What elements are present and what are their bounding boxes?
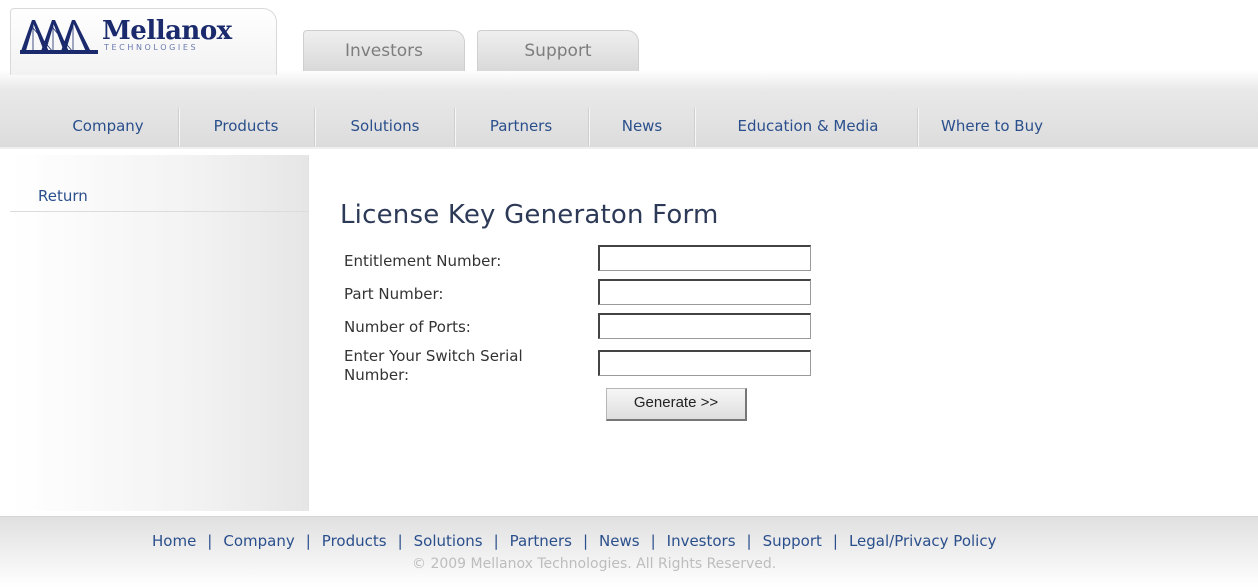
part-number-input[interactable] [598, 279, 811, 305]
number-of-ports-label: Number of Ports: [344, 318, 471, 336]
nav-divider [314, 108, 316, 146]
nav-divider [588, 108, 590, 146]
nav-item-education-media[interactable]: Education & Media [710, 100, 906, 148]
switch-serial-label-line2: Number: [344, 366, 410, 384]
nav-item-where-to-buy[interactable]: Where to Buy [930, 100, 1054, 148]
nav-item-company[interactable]: Company [56, 100, 160, 148]
site-footer: Home | Company | Products | Solutions | Partners… [0, 516, 1258, 587]
footer-separator: | [397, 532, 403, 550]
footer-link-legal-privacy[interactable]: Legal/Privacy Policy [849, 532, 996, 550]
entitlement-number-input[interactable] [598, 245, 811, 271]
nav-item-news[interactable]: News [604, 100, 680, 148]
switch-serial-label-line1: Enter Your Switch Serial [344, 347, 523, 365]
footer-separator: | [832, 532, 838, 550]
footer-separator: | [650, 532, 656, 550]
switch-serial-number-input[interactable] [598, 350, 811, 376]
footer-link-company[interactable]: Company [223, 532, 294, 550]
nav-divider [178, 108, 180, 146]
nav-divider [917, 108, 919, 146]
main-nav: Company Products Solutions Partners News… [0, 100, 1258, 148]
entitlement-number-label: Entitlement Number: [344, 252, 502, 270]
footer-separator: | [746, 532, 752, 550]
site-header: Mellanox TECHNOLOGIES Investors Support … [0, 0, 1258, 149]
footer-link-solutions[interactable]: Solutions [414, 532, 483, 550]
footer-link-news[interactable]: News [599, 532, 640, 550]
header-divider [0, 147, 1258, 149]
logo-text: Mellanox TECHNOLOGIES [102, 16, 232, 52]
generate-button[interactable]: Generate >> [606, 388, 747, 421]
nav-divider [694, 108, 696, 146]
footer-link-support[interactable]: Support [763, 532, 822, 550]
sidebar: Return [10, 155, 309, 511]
nav-divider [454, 108, 456, 146]
footer-separator: | [493, 532, 499, 550]
footer-link-home[interactable]: Home [152, 532, 196, 550]
mellanox-bridge-icon [20, 20, 98, 54]
footer-link-partners[interactable]: Partners [510, 532, 572, 550]
sidebar-divider [10, 211, 308, 212]
footer-separator: | [207, 532, 213, 550]
switch-serial-number-label: Enter Your Switch Serial Number: [344, 347, 523, 385]
footer-link-products[interactable]: Products [322, 532, 387, 550]
tab-investors[interactable]: Investors [303, 30, 465, 71]
mellanox-logo[interactable]: Mellanox TECHNOLOGIES [20, 16, 232, 70]
page-title: License Key Generaton Form [340, 200, 719, 230]
nav-item-solutions[interactable]: Solutions [330, 100, 440, 148]
number-of-ports-input[interactable] [598, 313, 811, 339]
footer-separator: | [305, 532, 311, 550]
part-number-label: Part Number: [344, 285, 444, 303]
footer-links: Home | Company | Products | Solutions | Partners… [152, 532, 996, 550]
copyright-text: © 2009 Mellanox Technologies. All Rights… [412, 556, 777, 572]
nav-item-partners[interactable]: Partners [468, 100, 574, 148]
footer-link-investors[interactable]: Investors [667, 532, 736, 550]
brand-name: Mellanox [102, 16, 232, 46]
footer-separator: | [582, 532, 589, 550]
nav-item-products[interactable]: Products [194, 100, 298, 148]
tab-support[interactable]: Support [477, 30, 639, 71]
sidebar-return-link[interactable]: Return [38, 187, 88, 205]
